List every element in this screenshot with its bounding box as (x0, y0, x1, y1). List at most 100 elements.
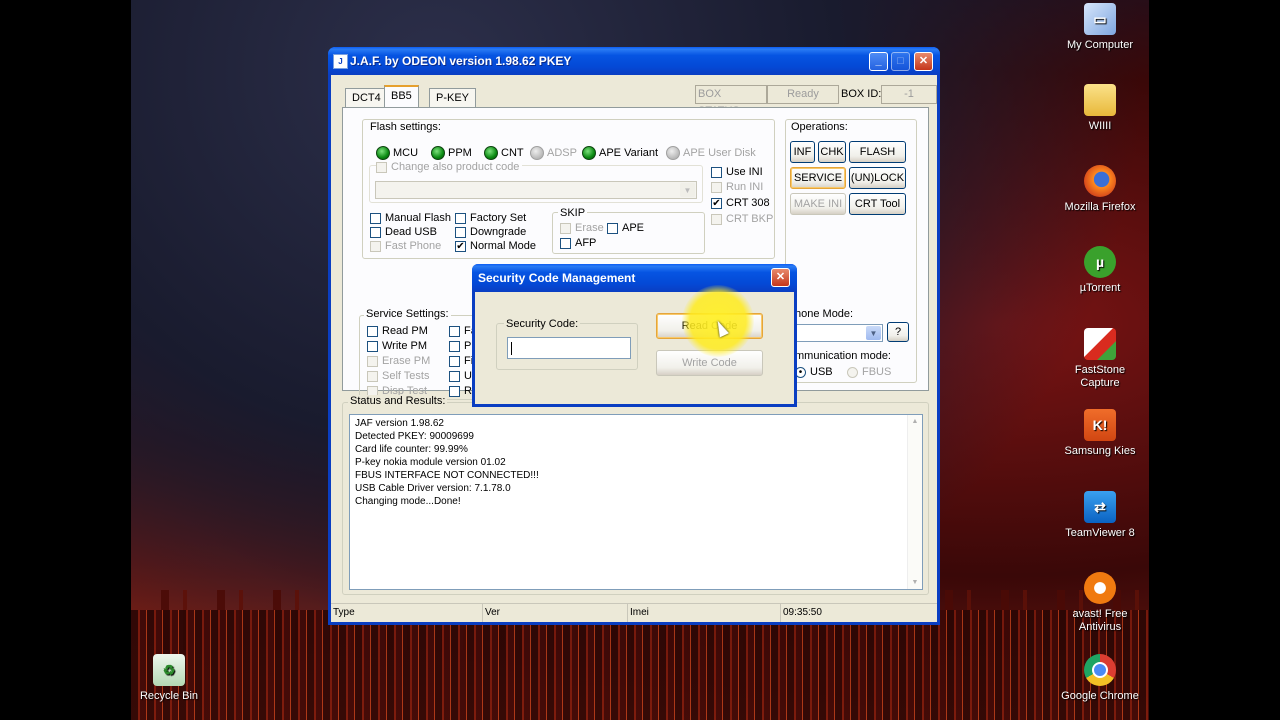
skip-erase-checkbox[interactable]: Erase (560, 222, 604, 234)
desktop-icon-faststone[interactable]: FastStone Capture (1058, 328, 1142, 390)
led-cnt[interactable]: CNT (484, 146, 524, 160)
led-label: MCU (393, 147, 419, 159)
checkbox-label: Normal Mode (470, 240, 537, 252)
read-pm-checkbox[interactable]: Read PM (367, 325, 428, 337)
checkbox-label: Downgrade (470, 226, 527, 238)
phone-mode-help-button[interactable]: ? (887, 322, 909, 342)
tab-p-key[interactable]: P-KEY (429, 88, 477, 107)
status-log[interactable]: JAF version 1.98.62 Detected PKEY: 90009… (349, 414, 923, 590)
downgrade-checkbox[interactable]: Downgrade (455, 226, 526, 238)
avast-icon (1084, 572, 1116, 604)
run-ini-checkbox[interactable]: Run INI (711, 181, 763, 193)
checkbox-label: Manual Flash (385, 212, 452, 224)
operations-label: Operations: (789, 121, 850, 133)
checkbox-label: Erase PM (382, 355, 431, 367)
use-ini-checkbox[interactable]: Use INI (711, 166, 763, 178)
product-code-combo[interactable]: ▼ (375, 181, 697, 199)
log-scrollbar[interactable]: ▲ ▼ (907, 415, 922, 589)
desktop-icon-avast[interactable]: avast! Free Antivirus (1058, 572, 1142, 634)
faststone-icon (1084, 328, 1116, 360)
desktop-icon-samsung-kies[interactable]: K! Samsung Kies (1058, 409, 1142, 458)
fast-phone-checkbox[interactable]: Fast Phone (370, 240, 441, 252)
statusbar-type: Type (331, 604, 483, 622)
security-code-label: Security Code: (504, 318, 581, 330)
close-button[interactable]: ✕ (914, 52, 933, 71)
box-status-label: BOX STATUS: (695, 85, 767, 117)
skip-ape-checkbox[interactable]: APE (607, 222, 644, 234)
radio-label: FBUS (862, 366, 892, 378)
crt-308-checkbox[interactable]: ✔ CRT 308 (711, 197, 770, 209)
crt-tool-button[interactable]: CRT Tool (849, 193, 906, 215)
tab-dct4[interactable]: DCT4 (345, 88, 388, 107)
text-caret (511, 342, 512, 355)
chevron-down-icon: ▼ (866, 326, 881, 340)
desktop-icon-firefox[interactable]: Mozilla Firefox (1058, 165, 1142, 214)
make-ini-button[interactable]: MAKE INI (790, 193, 846, 215)
log-line: JAF version 1.98.62 (355, 418, 444, 429)
led-mcu[interactable]: MCU (376, 146, 418, 160)
desktop-icon-chrome[interactable]: Google Chrome (1058, 654, 1142, 703)
desktop-icon-my-computer[interactable]: ▭ My Computer (1058, 3, 1142, 52)
desktop-icon-utorrent[interactable]: µ µTorrent (1058, 246, 1142, 295)
unlock-button[interactable]: (UN)LOCK (849, 167, 906, 189)
log-line: Detected PKEY: 90009699 (355, 431, 474, 442)
maximize-button[interactable]: □ (891, 52, 910, 71)
comm-mode-label: mmunication mode: (795, 350, 891, 362)
chk-button[interactable]: CHK (818, 141, 846, 163)
inf-button[interactable]: INF (790, 141, 815, 163)
flash-button[interactable]: FLASH (849, 141, 906, 163)
log-line: FBUS INTERFACE NOT CONNECTED!!! (355, 470, 539, 481)
crt-bkp-checkbox[interactable]: CRT BKP (711, 213, 773, 225)
log-line: P-key nokia module version 01.02 (355, 457, 506, 468)
desktop-icon-label: Samsung Kies (1064, 445, 1136, 457)
comm-usb-radio[interactable]: • USB (795, 366, 833, 378)
write-pm-checkbox[interactable]: Write PM (367, 340, 427, 352)
window-titlebar[interactable]: J J.A.F. by ODEON version 1.98.62 PKEY _… (328, 47, 940, 75)
led-label: CNT (501, 147, 524, 159)
checkbox-label: Use INI (726, 166, 763, 178)
dialog-close-button[interactable]: ✕ (771, 268, 790, 287)
change-product-code-checkbox[interactable]: Change also product code (376, 161, 523, 173)
minimize-button[interactable]: _ (869, 52, 888, 71)
security-code-input[interactable] (507, 337, 631, 359)
checkbox-label: APE (622, 222, 645, 234)
log-line: USB Cable Driver version: 7.1.78.0 (355, 483, 511, 494)
recycle-bin-icon: ♻ (153, 654, 185, 686)
desktop-icon-label: µTorrent (1079, 282, 1121, 294)
kies-icon: K! (1084, 409, 1116, 441)
box-id-label: BOX ID: (841, 88, 882, 100)
erase-pm-checkbox[interactable]: Erase PM (367, 355, 430, 367)
service-settings-label: Service Settings: (364, 308, 451, 320)
dead-usb-checkbox[interactable]: Dead USB (370, 226, 437, 238)
led-ppm[interactable]: PPM (431, 146, 472, 160)
led-ape-variant[interactable]: APE Variant (582, 146, 658, 160)
scroll-up-icon[interactable]: ▲ (909, 415, 921, 428)
box-id-value: -1 (881, 85, 937, 104)
statusbar-ver: Ver (483, 604, 628, 622)
desktop-icon-wiiii[interactable]: WIIII (1058, 84, 1142, 133)
normal-mode-checkbox[interactable]: ✔ Normal Mode (455, 240, 536, 252)
scroll-down-icon[interactable]: ▼ (909, 576, 921, 589)
desktop-icon-label: My Computer (1066, 39, 1134, 51)
comm-fbus-radio[interactable]: FBUS (847, 366, 891, 378)
manual-flash-checkbox[interactable]: Manual Flash (370, 212, 451, 224)
desktop-icon-recycle-bin[interactable]: ♻ Recycle Bin (127, 654, 211, 703)
status-results-label: Status and Results: (348, 395, 448, 407)
led-adsp[interactable]: ADSP (530, 146, 577, 160)
checkbox-label: Read PM (382, 325, 428, 337)
factory-set-checkbox[interactable]: Factory Set (455, 212, 526, 224)
phone-mode-combo[interactable]: ▼ (795, 324, 883, 342)
checkbox-label: Self Tests (382, 370, 430, 382)
skip-afp-checkbox[interactable]: AFP (560, 237, 596, 249)
desktop-icon-label: Google Chrome (1061, 690, 1139, 702)
statusbar-imei: Imei (628, 604, 781, 622)
desktop-icon-teamviewer[interactable]: ⇄ TeamViewer 8 (1058, 491, 1142, 540)
tab-bb5[interactable]: BB5 (384, 85, 419, 108)
checkbox-label: Erase (575, 222, 604, 234)
service-option-checkbox[interactable]: Fi (449, 355, 473, 367)
dialog-titlebar[interactable]: Security Code Management ✕ (472, 264, 797, 292)
led-ape-user-disk[interactable]: APE User Disk (666, 146, 756, 160)
self-tests-checkbox[interactable]: Self Tests (367, 370, 430, 382)
service-button[interactable]: SERVICE (790, 167, 846, 189)
utorrent-icon: µ (1084, 246, 1116, 278)
